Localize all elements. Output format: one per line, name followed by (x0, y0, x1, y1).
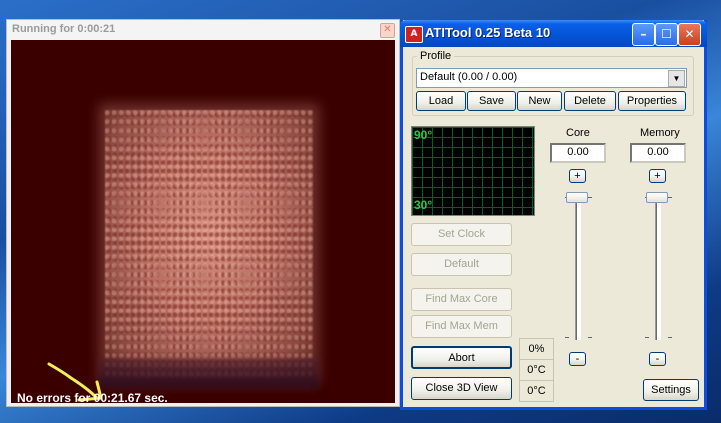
atitool-titlebar[interactable]: A ATITool 0.25 Beta 10 – ☐ ✕ (400, 20, 707, 47)
new-button[interactable]: New (517, 91, 562, 111)
maximize-icon[interactable]: ☐ (655, 23, 678, 46)
error-status-text: No errors for 00:21.67 sec. (17, 391, 168, 405)
chevron-down-icon[interactable]: ▼ (668, 70, 685, 87)
profile-dropdown[interactable]: Default (0.00 / 0.00) ▼ (416, 68, 687, 88)
settings-button[interactable]: Settings (643, 379, 699, 401)
minimize-icon[interactable]: – (632, 23, 655, 46)
memory-tick-bottom-right (668, 337, 672, 338)
core-plus-button[interactable]: + (569, 169, 586, 183)
graph-bottom-label: 30° (414, 198, 433, 212)
render-window-close-icon[interactable]: ✕ (380, 23, 395, 38)
properties-button[interactable]: Properties (618, 91, 686, 111)
memory-tick-top-right (668, 197, 672, 198)
render-window: Running for 0:00:21 ✕ No errors for 00:2… (6, 19, 400, 407)
core-label: Core (566, 127, 590, 139)
core-value-field[interactable]: 0.00 (550, 143, 606, 163)
memory-value-field[interactable]: 0.00 (630, 143, 686, 163)
render-canvas (11, 40, 395, 403)
abort-button[interactable]: Abort (411, 346, 512, 369)
core-tick-top-right (588, 197, 592, 198)
memory-minus-button[interactable]: - (649, 352, 666, 366)
memory-slider-thumb[interactable] (646, 192, 668, 203)
delete-button[interactable]: Delete (564, 91, 616, 111)
profile-selected-value: Default (0.00 / 0.00) (420, 71, 518, 83)
close-icon[interactable]: ✕ (678, 23, 701, 46)
temperature-graph: 90° 30° (411, 126, 535, 216)
memory-plus-button[interactable]: + (649, 169, 666, 183)
core-slider-track[interactable] (575, 192, 581, 340)
atitool-title: ATITool 0.25 Beta 10 (425, 25, 551, 40)
fur-cube-render (105, 110, 313, 378)
atitool-window: A ATITool 0.25 Beta 10 – ☐ ✕ Profile Def… (400, 20, 707, 410)
temperature-readout-1: 0°C (519, 359, 554, 381)
find-max-mem-button[interactable]: Find Max Mem (411, 315, 512, 338)
set-clock-button[interactable]: Set Clock (411, 223, 512, 246)
default-button[interactable]: Default (411, 253, 512, 276)
temperature-readout-2: 0°C (519, 380, 554, 402)
graph-top-label: 90° (414, 128, 433, 142)
memory-slider-track[interactable] (655, 192, 661, 340)
save-button[interactable]: Save (467, 91, 516, 111)
load-percent-readout: 0% (519, 338, 554, 360)
close-3d-view-button[interactable]: Close 3D View (411, 377, 512, 400)
core-tick-bottom-left (565, 337, 569, 338)
render-window-titlebar[interactable]: Running for 0:00:21 ✕ (7, 20, 399, 40)
core-tick-bottom-right (588, 337, 592, 338)
load-button[interactable]: Load (416, 91, 466, 111)
render-window-title: Running for 0:00:21 (12, 23, 116, 35)
find-max-core-button[interactable]: Find Max Core (411, 288, 512, 311)
core-slider-thumb[interactable] (566, 192, 588, 203)
atitool-logo-icon: A (405, 26, 423, 43)
profile-label: Profile (417, 50, 455, 62)
memory-label: Memory (640, 127, 680, 139)
memory-tick-bottom-left (645, 337, 649, 338)
core-minus-button[interactable]: - (569, 352, 586, 366)
